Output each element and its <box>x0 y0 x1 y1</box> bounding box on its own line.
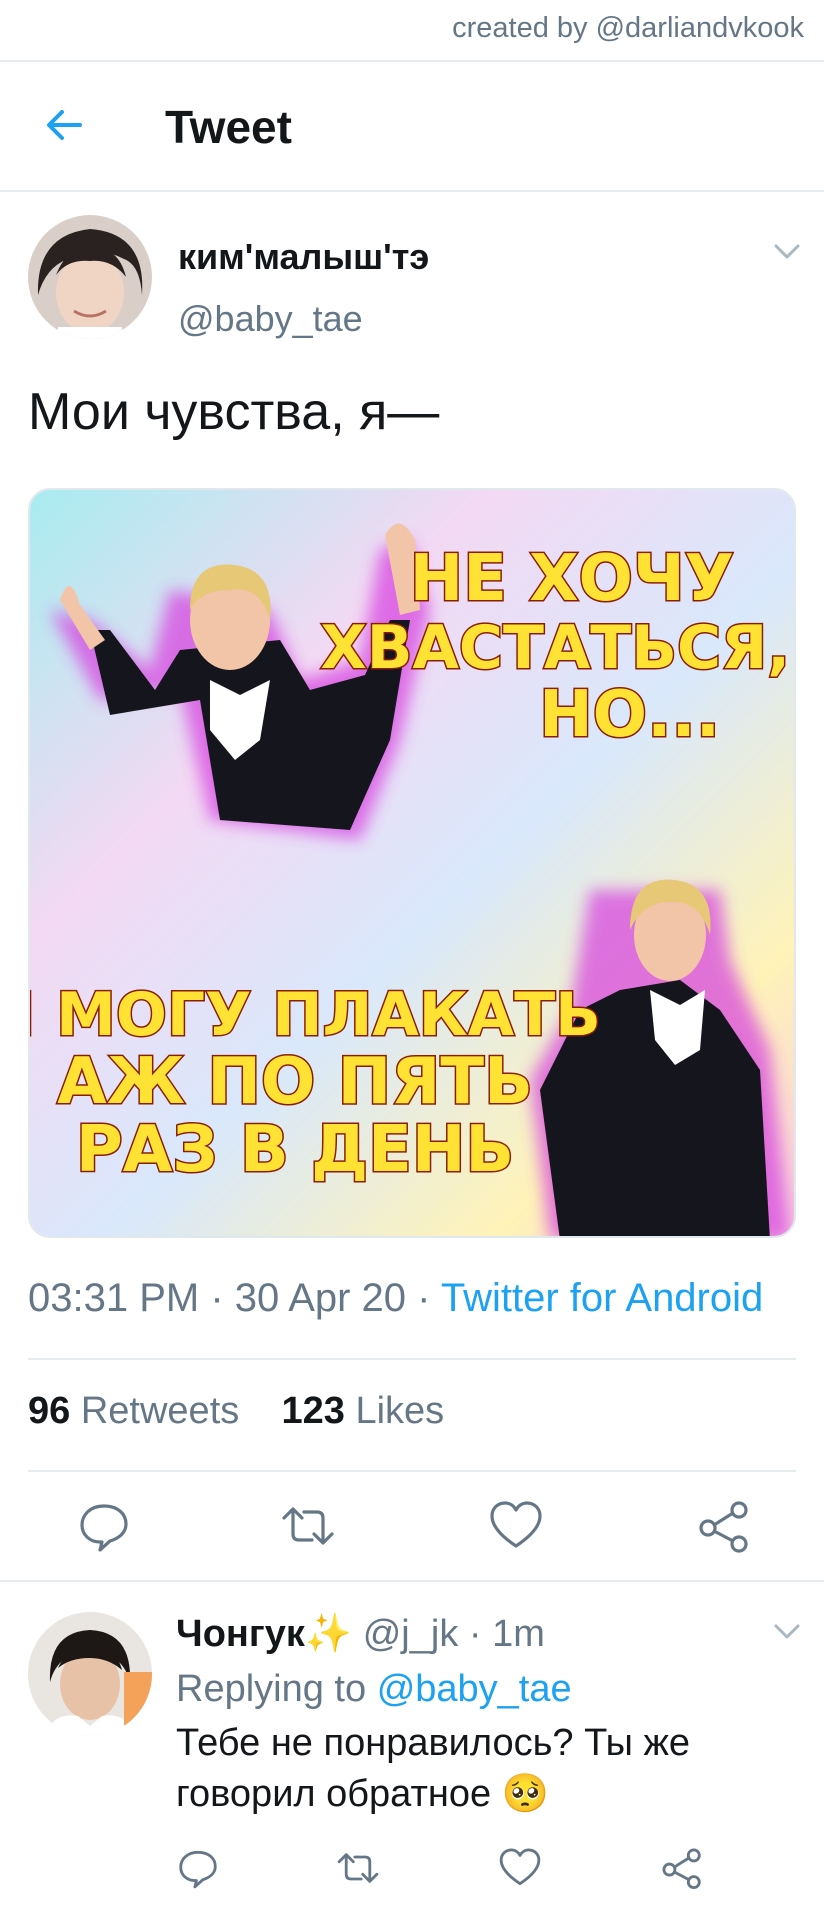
replying-to-prefix: Replying to <box>176 1668 367 1710</box>
caption-top-line: НЕ ХОЧУ <box>410 542 734 616</box>
retweets-count: 96 <box>28 1390 71 1432</box>
credit-text: created by @darliandvkook <box>452 12 804 44</box>
retweet-button[interactable] <box>280 1498 336 1559</box>
reply-author-name[interactable]: Чонгук <box>176 1613 305 1655</box>
reply-author-handle[interactable]: @j_jk <box>363 1613 459 1655</box>
caption-top-line: НО... <box>539 678 720 752</box>
divider <box>28 1358 796 1360</box>
avatar-image <box>28 1612 152 1736</box>
divider <box>0 60 824 62</box>
tweet-source-link[interactable]: Twitter for Android <box>441 1276 763 1320</box>
reply-reply-button[interactable] <box>176 1846 220 1895</box>
author-handle[interactable]: @baby_tae <box>178 298 363 340</box>
tweet-stats: 96 Retweets 123 Likes <box>28 1390 444 1433</box>
retweet-icon <box>282 1507 334 1545</box>
reply-retweet-button[interactable] <box>336 1846 380 1895</box>
share-icon <box>699 1501 748 1553</box>
reply-button[interactable] <box>76 1498 132 1559</box>
divider <box>0 1580 824 1582</box>
replying-to: Replying to @baby_tae <box>176 1668 572 1711</box>
reply-icon <box>80 1504 128 1552</box>
caption-bottom-line: РАЗ В ДЕНЬ <box>76 1113 514 1187</box>
replying-to-handle-link[interactable]: @baby_tae <box>377 1668 572 1710</box>
divider <box>0 190 824 192</box>
separator-dot: · <box>417 1276 431 1320</box>
heart-icon <box>490 1501 542 1548</box>
chevron-down-icon <box>774 1624 800 1639</box>
reply-icon <box>179 1850 217 1889</box>
tweet-time: 03:31 PM <box>28 1276 200 1320</box>
author-avatar[interactable] <box>28 215 152 339</box>
separator-dot: · <box>468 1613 482 1655</box>
reply-menu-button[interactable] <box>770 1614 804 1653</box>
reply-text-segment: говорил обратное <box>176 1773 492 1815</box>
caption-bottom-line: Я МОГУ ПЛАКАТЬ <box>30 980 601 1050</box>
back-button[interactable] <box>40 100 90 150</box>
tweet-meta: 03:31 PM · 30 Apr 20 · Twitter for Andro… <box>28 1276 763 1321</box>
share-icon <box>662 1848 701 1890</box>
reply-text-line: Тебе не понравилось? Ты же <box>176 1722 691 1764</box>
meme-image: НЕ ХОЧУ ХВАСТАТЬСЯ, НО... Я МОГУ ПЛАКАТЬ… <box>30 490 794 1236</box>
page-title: Tweet <box>165 101 292 153</box>
heart-icon <box>499 1848 541 1886</box>
retweets-stat[interactable]: 96 Retweets <box>28 1390 239 1432</box>
sparkles-icon: ✨ <box>304 1613 353 1655</box>
reply-header: Чонгук✨ @j_jk · 1m <box>176 1612 545 1656</box>
reply-time: 1m <box>492 1613 545 1655</box>
chevron-down-icon <box>774 244 800 259</box>
pleading-face-emoji: 🥺 <box>501 1773 550 1815</box>
tweet-date: 30 Apr 20 <box>234 1276 407 1320</box>
like-button[interactable] <box>488 1498 544 1559</box>
divider <box>28 1470 796 1472</box>
tweet-menu-button[interactable] <box>770 234 804 273</box>
avatar-image <box>28 215 152 339</box>
reply-share-button[interactable] <box>660 1846 704 1895</box>
caption-bottom-line: АЖ ПО ПЯТЬ <box>57 1045 533 1119</box>
retweets-label: Retweets <box>80 1390 240 1432</box>
tweet-media-image[interactable]: НЕ ХОЧУ ХВАСТАТЬСЯ, НО... Я МОГУ ПЛАКАТЬ… <box>28 488 796 1238</box>
separator-dot: · <box>210 1276 224 1320</box>
reply-author-avatar[interactable] <box>28 1612 152 1736</box>
retweet-icon <box>337 1853 379 1883</box>
tweet-text: Мои чувства, я— <box>28 383 440 441</box>
arrow-left-icon <box>47 110 82 140</box>
author-name[interactable]: ким'малыш'тэ <box>178 236 429 278</box>
likes-stat[interactable]: 123 Likes <box>281 1390 444 1432</box>
reply-text-line: говорил обратное 🥺 <box>176 1772 549 1816</box>
likes-label: Likes <box>355 1390 445 1432</box>
likes-count: 123 <box>281 1390 345 1432</box>
caption-top-line: ХВАСТАТЬСЯ, <box>320 613 790 683</box>
share-button[interactable] <box>696 1498 752 1559</box>
reply-like-button[interactable] <box>498 1846 542 1895</box>
